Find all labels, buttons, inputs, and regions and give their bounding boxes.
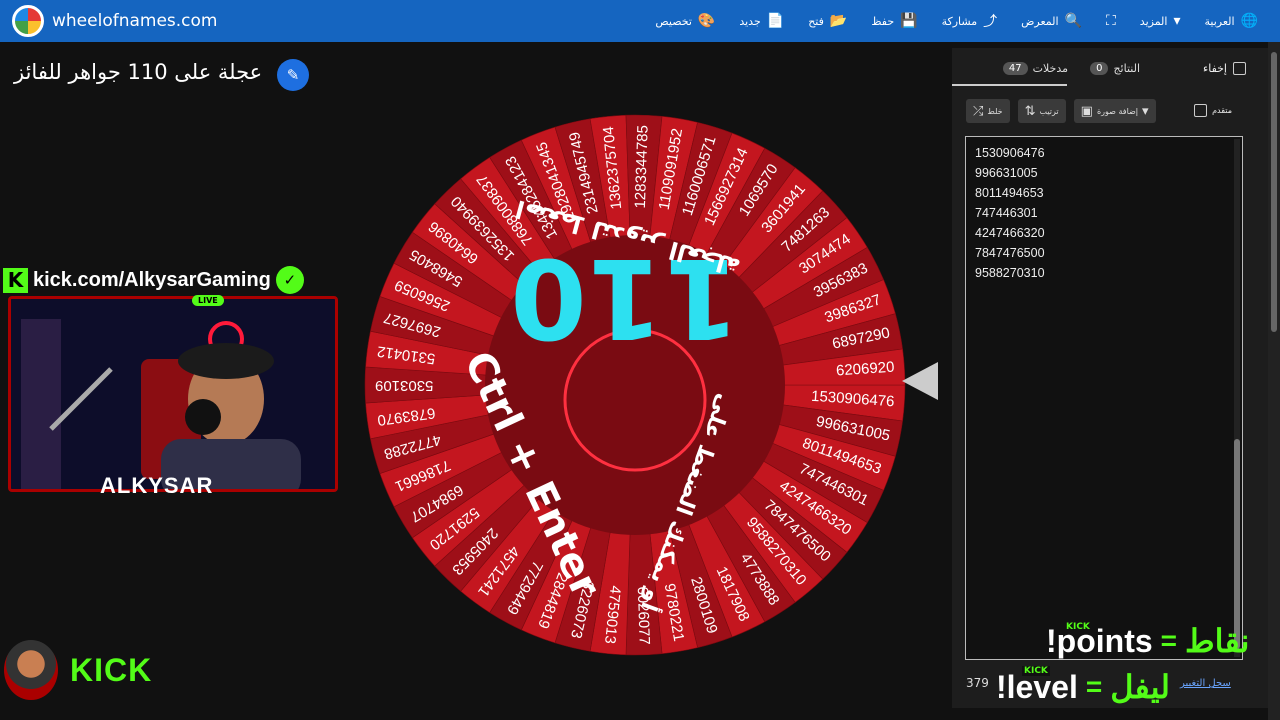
edit-title-button[interactable]: ✎ [277,59,309,91]
menu-customize-label: تخصيص [655,14,692,28]
file-icon: 📄 [766,13,785,29]
menu-more-label: المزيد [1139,14,1168,28]
verified-icon: ✓ [275,266,304,294]
caret-down-icon: ▾ [1142,103,1149,119]
entries-toolbar: ⤮ خلط ⇅ ترتيب ▣ إضافة صورة ▾ [966,99,1156,123]
streamer-name: ALKYSAR [100,473,214,498]
top-navbar: wheelofnames.com 🌐 العربية ▾ المزيد ⛶ 🔍 المعرض… [0,0,1280,42]
sort-icon: ⇅ [1024,103,1036,119]
wheel[interactable]: 1530906476 996631005 8011494653 747446301 42… [350,100,920,670]
wheel-segment-label: 5303109 [375,377,433,394]
wheel-segment-label: 1283344785 [632,125,652,209]
menu-more[interactable]: ▾ المزيد [1140,13,1181,29]
wheel-title: عجلة على 110 جواهر للفائز [14,60,263,84]
caret-down-icon: ▾ [1173,13,1181,29]
entries-count-badge: 47 [1002,62,1028,75]
kick-mini-badge: KICK [1022,666,1050,676]
shuffle-icon: ⤮ [973,103,984,119]
add-image-button[interactable]: ▣ إضافة صورة ▾ [1073,99,1156,123]
hide-checkbox[interactable] [1233,62,1246,75]
globe-icon: 🌐 [1240,13,1258,29]
menu-language[interactable]: 🌐 العربية [1205,13,1259,29]
entries-label: مدخلات [1032,62,1068,75]
menu-customize[interactable]: 🎨 تخصيص [655,13,715,29]
page-scrollbar-thumb[interactable] [1271,52,1277,332]
site-name[interactable]: wheelofnames.com [52,11,217,31]
advanced-label: متقدم [1212,106,1232,115]
points-arabic: نقاط [1185,623,1250,659]
hide-toggle[interactable]: إخفاء [1203,62,1246,75]
menu-new[interactable]: 📄 جديد [739,13,784,29]
shuffle-label: خلط [987,106,1003,116]
entry-line[interactable]: 747446301 [975,203,1233,223]
menu-language-label: العربية [1204,14,1235,28]
kick-logo: KICK [64,649,159,691]
kick-url: kick.com/AlkysarGaming [33,268,271,291]
wheel-pointer-icon [902,362,938,400]
menu-open[interactable]: 📂 فتح [808,13,847,29]
folder-icon: 📂 [829,13,848,29]
bottom-kick-branding: KICK [4,640,159,700]
menu-new-label: جديد [739,14,761,28]
top-menu: 🌐 العربية ▾ المزيد ⛶ 🔍 المعرض ⤴ مشاركة 💾 حفظ 📂 فتح 📄 ج… [655,0,1258,42]
equals-sign: = [1160,625,1177,656]
webcam-scene [11,299,335,489]
shuffle-button[interactable]: ⤮ خلط [966,99,1010,123]
menu-share[interactable]: ⤴ مشاركة [942,11,998,31]
entry-line[interactable]: 8011494653 [975,183,1233,203]
kick-channel-banner: K kick.com/AlkysarGaming ✓ [3,266,304,294]
points-command: !points [1046,622,1153,659]
entries-scrollbar-thumb[interactable] [1234,439,1240,649]
add-image-label: إضافة صورة [1096,106,1139,116]
active-tab-indicator [952,84,1067,86]
wheel-logo-icon[interactable] [12,5,44,37]
kick-mini-badge: KICK [1064,622,1092,632]
advanced-toggle[interactable]: متقدم [1194,104,1232,117]
hide-label: إخفاء [1203,62,1227,75]
menu-share-label: مشاركة [941,14,978,28]
entries-panel: إخفاء النتائج 0 مدخلات 47 ⤮ خلط ⇅ ترتيب … [952,48,1268,708]
advanced-checkbox[interactable] [1194,104,1208,117]
menu-save-label: حفظ [871,14,895,28]
live-badge: LIVE [192,295,224,306]
panel-tabs: إخفاء النتائج 0 مدخلات 47 [952,56,1268,86]
avatar [4,640,58,700]
results-count-badge: 0 [1090,62,1109,75]
page-scrollbar[interactable] [1268,42,1280,720]
version-number: 379 [966,676,989,690]
save-icon: 💾 [900,13,918,29]
results-label: النتائج [1113,62,1140,75]
entries-scrollbar[interactable] [1234,139,1240,657]
tab-entries[interactable]: مدخلات 47 [1002,62,1068,75]
sort-label: ترتيب [1039,106,1059,116]
entry-line[interactable]: 1530906476 [975,143,1233,163]
equals-sign: = [1085,671,1103,702]
palette-icon: 🎨 [697,13,716,29]
entry-line[interactable]: 9588270310 [975,263,1233,283]
pencil-icon: ✎ [286,66,300,84]
menu-gallery-label: المعرض [1021,14,1059,28]
fullscreen-icon: ⛶ [1105,13,1116,29]
menu-fullscreen[interactable]: ⛶ [1106,13,1116,29]
entry-line[interactable]: 996631005 [975,163,1233,183]
kick-k-icon: K [3,267,28,293]
share-icon: ⤴ [983,14,998,30]
level-arabic: ليفل [1110,669,1171,705]
changelog-link[interactable]: سجل التغيير [1180,678,1231,689]
search-icon: 🔍 [1064,13,1082,29]
entries-textarea[interactable]: 1530906476 996631005 8011494653 747446301 42… [965,136,1243,660]
image-icon: ▣ [1080,103,1093,119]
wheel-svg[interactable]: 1530906476996631005801149465374744630142… [350,100,920,670]
entry-line[interactable]: 4247466320 [975,223,1233,243]
webcam-feed [8,296,338,492]
tab-results[interactable]: النتائج 0 [1090,62,1140,75]
sort-button[interactable]: ⇅ ترتيب [1017,99,1066,123]
menu-gallery[interactable]: 🔍 المعرض [1021,13,1082,29]
menu-save[interactable]: 💾 حفظ [871,13,917,29]
menu-open-label: فتح [808,14,824,28]
entry-line[interactable]: 7847476500 [975,243,1233,263]
